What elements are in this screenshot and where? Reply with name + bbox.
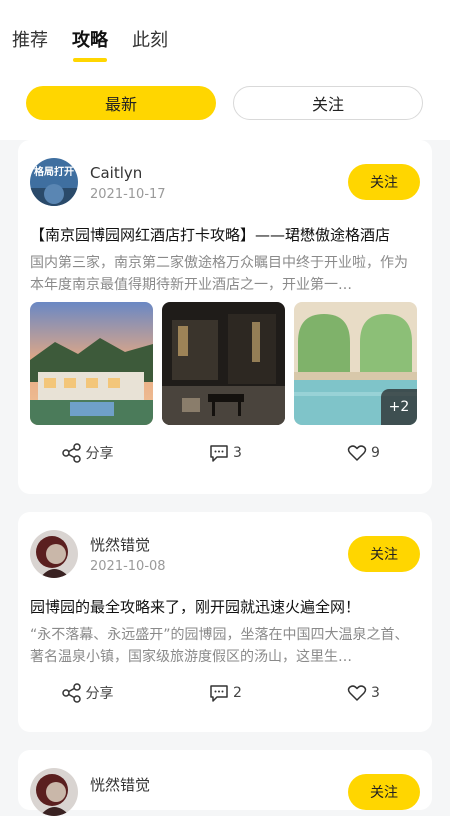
hotel-exterior-photo [30, 302, 153, 425]
tab-recommend[interactable]: 推荐 [12, 26, 48, 52]
following-filter-button[interactable]: 关注 [233, 86, 423, 120]
follow-button[interactable]: 关注 [348, 774, 420, 810]
avatar[interactable] [30, 768, 78, 816]
author-name[interactable]: Caitlyn [90, 163, 166, 183]
hotel-lobby-photo [162, 302, 285, 425]
filter-group: 最新 关注 [26, 86, 423, 120]
share-label: 分享 [85, 446, 114, 462]
avatar-image [30, 768, 78, 816]
post-date: 2021-10-17 [90, 186, 166, 202]
comment-button[interactable]: 3 [156, 442, 294, 464]
post-image[interactable] [30, 302, 153, 425]
post-images: +2 [30, 302, 417, 425]
avatar[interactable] [30, 530, 78, 578]
header: 推荐 攻略 此刻 最新 关注 [0, 0, 450, 140]
avatar-image: 格局打开 [30, 158, 78, 206]
post-image[interactable] [162, 302, 285, 425]
like-button[interactable]: 9 [294, 442, 432, 464]
category-tabs: 推荐 攻略 此刻 [12, 26, 168, 62]
avatar[interactable]: 格局打开 [30, 158, 78, 206]
post-card[interactable]: 恍然错觉 关注 [18, 750, 432, 816]
heart-icon [347, 445, 367, 461]
comment-button[interactable]: 2 [156, 682, 294, 704]
post-title[interactable]: 【南京园博园网红酒店打卡攻略】——珺懋傲途格酒店 [30, 224, 420, 246]
follow-button[interactable]: 关注 [348, 164, 420, 200]
like-count: 9 [371, 445, 380, 461]
comment-icon [210, 445, 228, 462]
author-name[interactable]: 恍然错觉 [90, 535, 166, 555]
post-image[interactable]: +2 [294, 302, 417, 425]
post-author: 恍然错觉 2021-10-08 [30, 530, 166, 578]
avatar-text: 格局打开 [34, 165, 74, 178]
latest-filter-button[interactable]: 最新 [26, 86, 216, 120]
like-count: 3 [371, 685, 380, 701]
heart-icon [347, 685, 367, 701]
comment-icon [210, 685, 228, 702]
post-card[interactable]: 恍然错觉 2021-10-08 关注 园博园的最全攻略来了，刚开园就迅速火遍全网… [18, 512, 432, 732]
post-author: 恍然错觉 [30, 768, 150, 816]
post-excerpt[interactable]: 国内第三家，南京第二家傲途格万众瞩目中终于开业啦，作为本年度南京最值得期待新开业… [30, 252, 420, 296]
author-name[interactable]: 恍然错觉 [90, 775, 150, 795]
share-button[interactable]: 分享 [18, 442, 156, 464]
share-label: 分享 [85, 686, 114, 702]
post-date: 2021-10-08 [90, 558, 166, 574]
comment-count: 3 [233, 445, 242, 461]
active-tab-indicator [73, 58, 107, 62]
tab-guides[interactable]: 攻略 [72, 26, 108, 62]
like-button[interactable]: 3 [294, 682, 432, 704]
follow-button[interactable]: 关注 [348, 536, 420, 572]
share-icon [61, 683, 81, 703]
post-title[interactable]: 园博园的最全攻略来了，刚开园就迅速火遍全网！ [30, 596, 420, 618]
more-images-badge[interactable]: +2 [381, 389, 417, 425]
post-excerpt[interactable]: “永不落幕、永远盛开”的园博园，坐落在中国四大温泉之首、著名温泉小镇，国家级旅游… [30, 624, 420, 668]
post-actions: 分享 2 3 [18, 682, 432, 704]
share-button[interactable]: 分享 [18, 682, 156, 704]
post-card[interactable]: 格局打开 Caitlyn 2021-10-17 关注 【南京园博园网红酒店打卡攻… [18, 140, 432, 494]
comment-count: 2 [233, 685, 242, 701]
share-icon [61, 443, 81, 463]
post-author: 格局打开 Caitlyn 2021-10-17 [30, 158, 166, 206]
tab-guides-label: 攻略 [72, 30, 108, 51]
post-actions: 分享 3 9 [18, 442, 432, 464]
avatar-image [30, 530, 78, 578]
tab-moment[interactable]: 此刻 [132, 26, 168, 52]
